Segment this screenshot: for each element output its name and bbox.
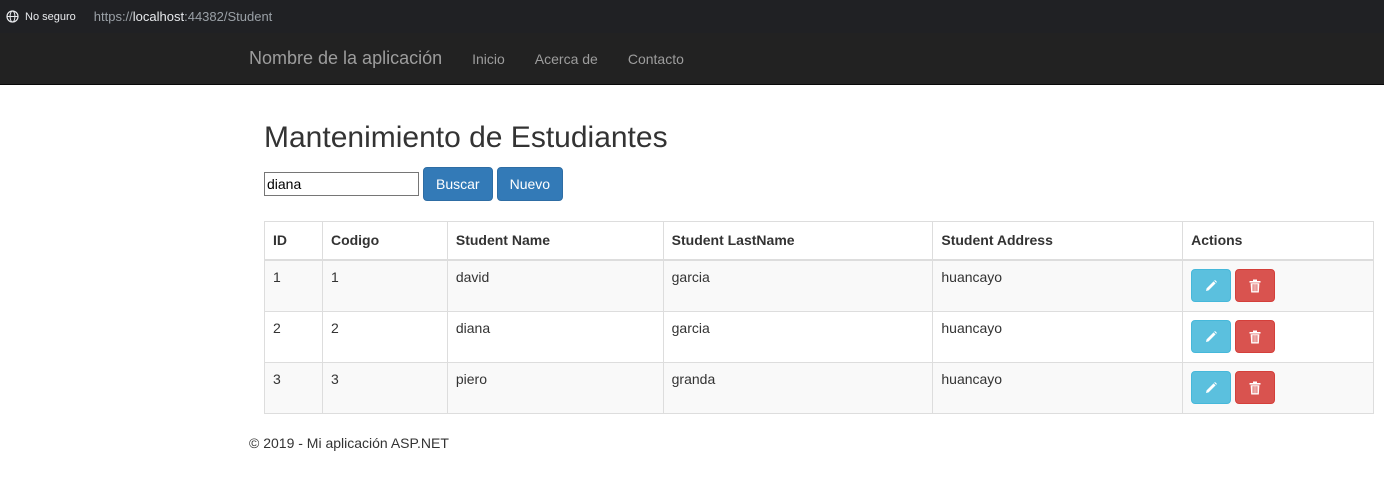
trash-icon — [1249, 279, 1261, 292]
cell-student-name: david — [446, 259, 664, 312]
column-header-actions: Actions — [1182, 221, 1374, 261]
trash-icon — [1249, 330, 1261, 343]
cell-id: 2 — [264, 311, 323, 363]
table-row: 2 2 diana garcia huancayo — [264, 311, 1374, 363]
search-bar: Buscar Nuevo — [264, 167, 564, 201]
cell-actions — [1182, 311, 1374, 363]
cell-student-lastname: garcia — [662, 311, 934, 363]
buscar-button[interactable]: Buscar — [423, 167, 493, 201]
url-host: localhost — [132, 9, 185, 24]
column-header-codigo: Codigo — [321, 221, 448, 261]
trash-icon — [1249, 381, 1261, 394]
cell-actions — [1182, 362, 1374, 414]
cell-student-name: diana — [446, 311, 664, 363]
table-row: 1 1 david garcia huancayo — [264, 259, 1374, 312]
navbar-brand[interactable]: Nombre de la aplicación — [249, 48, 442, 69]
pencil-icon — [1206, 330, 1218, 342]
cell-actions — [1182, 259, 1374, 312]
url-prefix: https:// — [93, 9, 133, 24]
column-header-id: ID — [264, 221, 323, 261]
nav-link-contacto[interactable]: Contacto — [628, 51, 684, 67]
column-header-student-lastname: Student LastName — [662, 221, 934, 261]
delete-button[interactable] — [1235, 371, 1276, 404]
footer-copyright: © 2019 - Mi aplicación ASP.NET — [249, 435, 449, 451]
column-header-student-address: Student Address — [932, 221, 1184, 261]
cell-student-name: piero — [446, 362, 664, 414]
delete-button[interactable] — [1235, 269, 1276, 302]
search-input[interactable] — [264, 172, 419, 196]
column-header-student-name: Student Name — [446, 221, 664, 261]
cell-student-address: huancayo — [932, 362, 1184, 414]
cell-student-lastname: garcia — [662, 259, 934, 312]
pencil-icon — [1206, 279, 1218, 291]
cell-codigo: 2 — [321, 311, 448, 363]
page-title: Mantenimiento de Estudiantes — [264, 121, 668, 154]
navbar: Nombre de la aplicación Inicio Acerca de… — [0, 33, 1384, 85]
cell-student-lastname: granda — [662, 362, 934, 414]
cell-id: 3 — [264, 362, 323, 414]
nav-link-inicio[interactable]: Inicio — [472, 51, 505, 67]
cell-id: 1 — [264, 259, 323, 312]
edit-button[interactable] — [1191, 320, 1232, 353]
cell-student-address: huancayo — [932, 311, 1184, 363]
security-label[interactable]: No seguro — [25, 11, 76, 23]
url-field[interactable]: https://localhost:44382/Student — [94, 9, 273, 24]
edit-button[interactable] — [1191, 269, 1232, 302]
browser-address-bar: No seguro https://localhost:44382/Studen… — [0, 0, 1384, 33]
table-header-row: ID Codigo Student Name Student LastName … — [264, 221, 1374, 261]
students-table: ID Codigo Student Name Student LastName … — [264, 221, 1374, 414]
delete-button[interactable] — [1235, 320, 1276, 353]
pencil-icon — [1206, 381, 1218, 393]
edit-button[interactable] — [1191, 371, 1232, 404]
cell-codigo: 1 — [321, 259, 448, 312]
cell-codigo: 3 — [321, 362, 448, 414]
table-row: 3 3 piero granda huancayo — [264, 362, 1374, 414]
nav-link-acerca-de[interactable]: Acerca de — [535, 51, 598, 67]
globe-icon[interactable] — [6, 10, 19, 23]
nuevo-button[interactable]: Nuevo — [496, 167, 564, 201]
url-path: :44382/Student — [184, 9, 273, 24]
cell-student-address: huancayo — [932, 259, 1184, 312]
